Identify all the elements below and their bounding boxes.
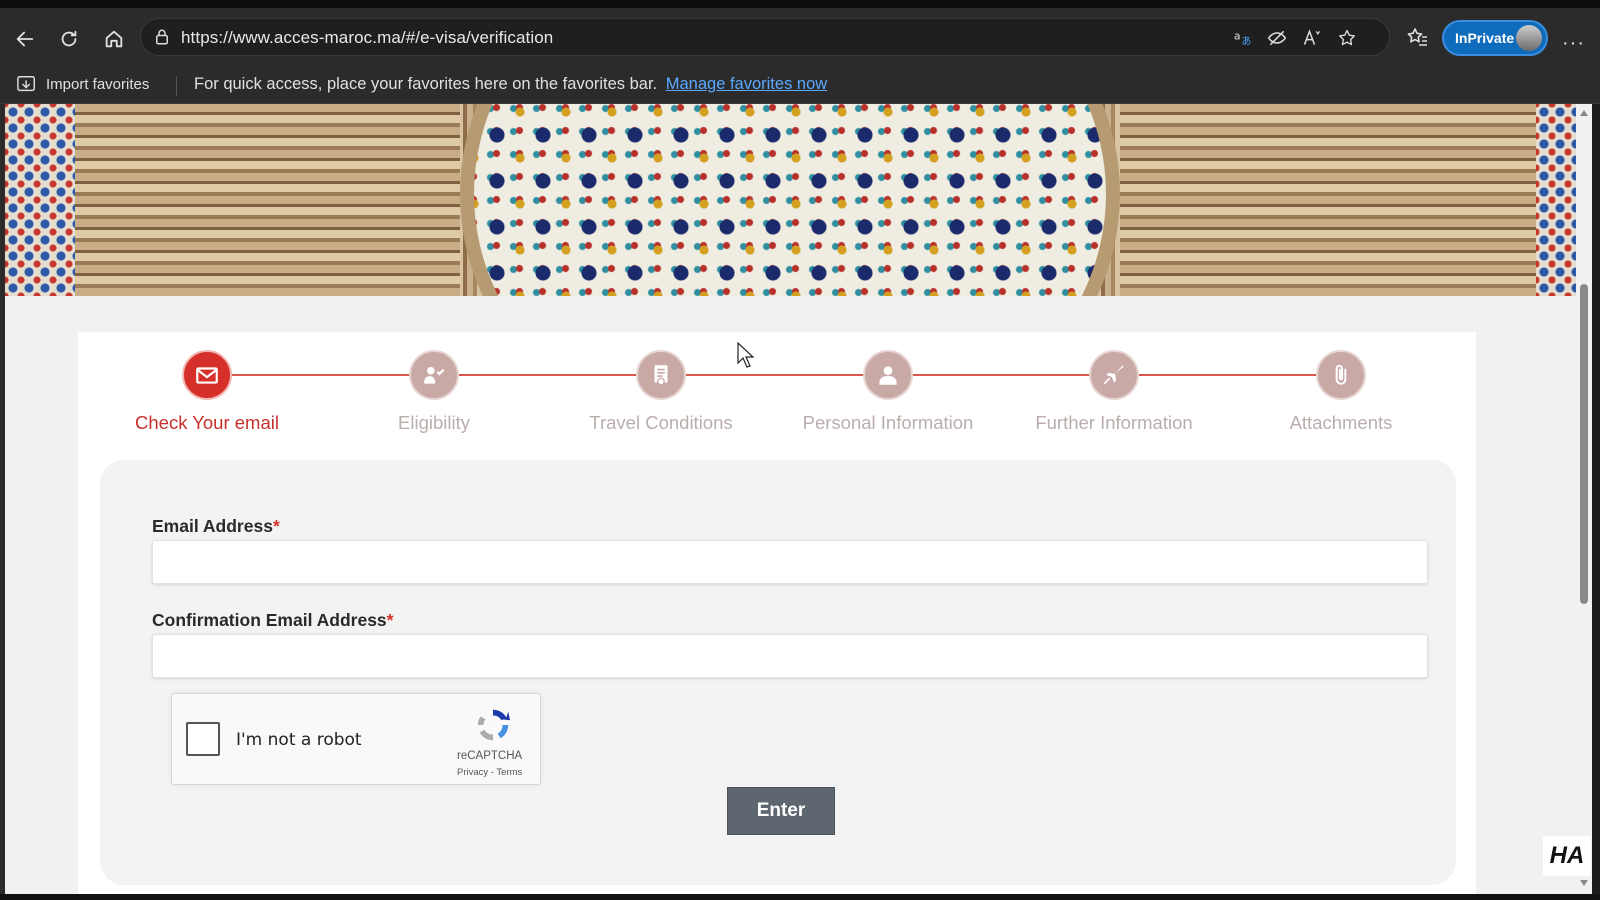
recaptcha-widget: I'm not a robot reCAPTCHA Privacy - Term…	[171, 693, 541, 785]
read-aloud-icon[interactable]	[1302, 28, 1322, 48]
banner-carving-left	[75, 104, 460, 296]
email-label: Email Address*	[152, 516, 280, 537]
banner-tile-left	[5, 104, 75, 296]
translate-icon[interactable]: aあ	[1233, 28, 1253, 48]
step-label: Eligibility	[398, 412, 470, 433]
address-bar[interactable]: https://www.acces-maroc.ma/#/e-visa/veri…	[140, 18, 1390, 56]
scroll-up-arrow-icon[interactable]	[1580, 110, 1588, 116]
window-top-edge	[0, 0, 1600, 8]
recaptcha-brand: reCAPTCHA	[457, 750, 523, 762]
page-viewport: Check Your email Eligibility Travel Cond…	[5, 104, 1576, 894]
step-circle	[1089, 350, 1139, 400]
visa-form-card: Check Your email Eligibility Travel Cond…	[78, 332, 1476, 894]
star-icon[interactable]	[1337, 28, 1357, 48]
favorites-divider	[176, 76, 177, 96]
window-bottom-edge	[0, 894, 1600, 900]
favorites-hint: For quick access, place your favorites h…	[194, 75, 827, 94]
banner-carving-right	[1120, 104, 1536, 296]
refresh-button[interactable]	[54, 24, 84, 54]
import-favorites-label: Import favorites	[46, 75, 150, 93]
step-label: Personal Information	[802, 412, 974, 433]
home-icon	[105, 30, 123, 48]
paperclip-icon	[1335, 364, 1347, 385]
document-badge-icon	[654, 365, 668, 386]
step-eligibility[interactable]: Eligibility	[324, 350, 544, 434]
inprivate-label: InPrivate	[1455, 30, 1515, 46]
import-favorites-button[interactable]: Import favorites	[16, 74, 149, 94]
step-label: Further Information	[1035, 412, 1193, 433]
email-field[interactable]	[152, 540, 1428, 584]
person-icon	[879, 366, 897, 385]
recaptcha-checkbox[interactable]	[186, 722, 220, 756]
favorites-icon[interactable]	[1405, 25, 1429, 49]
confirm-email-field[interactable]	[152, 634, 1428, 678]
manage-favorites-link[interactable]: Manage favorites now	[666, 75, 827, 93]
step-further-information[interactable]: Further Information	[1004, 350, 1224, 434]
scroll-down-arrow-icon[interactable]	[1580, 880, 1588, 886]
favorites-bar: Import favorites For quick access, place…	[0, 66, 1600, 104]
favorites-hint-text: For quick access, place your favorites h…	[194, 75, 658, 93]
person-check-icon	[424, 366, 445, 384]
moroccan-mosaic-banner	[5, 104, 1576, 296]
step-circle	[636, 350, 686, 400]
required-mark: *	[272, 516, 280, 536]
confirm-email-label-text: Confirmation Email Address	[152, 610, 387, 630]
airplane-icon	[1103, 365, 1124, 385]
confirm-email-label: Confirmation Email Address*	[152, 610, 393, 631]
arrow-left-icon	[16, 31, 34, 47]
recaptcha-logo-icon	[477, 709, 511, 741]
required-mark: *	[386, 610, 394, 630]
step-personal-information[interactable]: Personal Information	[778, 350, 998, 434]
inprivate-button[interactable]: InPrivate	[1442, 20, 1548, 56]
svg-text:あ: あ	[1241, 36, 1251, 48]
step-label: Attachments	[1289, 412, 1393, 433]
scroll-thumb[interactable]	[1580, 284, 1588, 604]
profile-avatar	[1516, 25, 1542, 51]
browser-toolbar: https://www.acces-maroc.ma/#/e-visa/veri…	[0, 8, 1600, 66]
step-label: Travel Conditions	[589, 412, 733, 433]
more-options-button[interactable]: ···	[1562, 32, 1585, 55]
step-circle	[182, 350, 232, 400]
step-label: Check Your email	[135, 412, 279, 433]
step-circle	[409, 350, 459, 400]
back-button[interactable]	[10, 24, 40, 54]
banner-mosaic-arch	[460, 104, 1120, 296]
tracking-prevention-icon[interactable]	[1267, 28, 1287, 48]
watermark-badge: HA	[1543, 836, 1591, 876]
recaptcha-terms-link[interactable]: Privacy - Terms	[457, 767, 522, 778]
refresh-icon	[61, 30, 77, 47]
page-scrollbar[interactable]	[1576, 104, 1592, 894]
url-text[interactable]: https://www.acces-maroc.ma/#/e-visa/veri…	[181, 28, 553, 48]
import-icon	[17, 76, 35, 92]
step-circle	[863, 350, 913, 400]
mouse-cursor-icon	[737, 342, 755, 368]
email-label-text: Email Address	[152, 516, 273, 536]
banner-tile-right	[1536, 104, 1576, 296]
step-attachments[interactable]: Attachments	[1231, 350, 1451, 434]
recaptcha-label: I'm not a robot	[236, 730, 362, 750]
step-circle	[1316, 350, 1366, 400]
email-verification-form: Email Address* Confirmation Email Addres…	[100, 460, 1456, 885]
progress-stepper: Check Your email Eligibility Travel Cond…	[78, 332, 1476, 442]
svg-text:a: a	[1234, 30, 1241, 43]
enter-button[interactable]: Enter	[727, 787, 835, 835]
lock-icon[interactable]	[153, 28, 171, 46]
home-button[interactable]	[99, 24, 129, 54]
envelope-icon	[196, 367, 218, 384]
step-check-email[interactable]: Check Your email	[97, 350, 317, 434]
